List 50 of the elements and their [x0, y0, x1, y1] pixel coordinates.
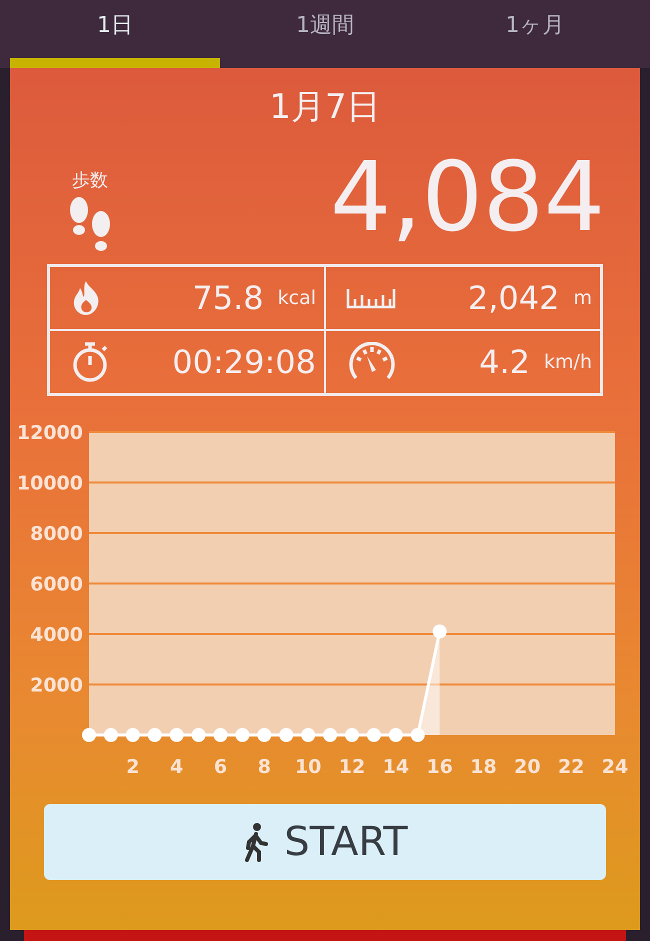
y-tick-label: 2000: [30, 674, 83, 696]
x-tick-label: 24: [602, 756, 628, 778]
y-tick-label: 10000: [16, 472, 83, 494]
data-point: [279, 728, 294, 742]
stat-unit: m: [573, 287, 592, 309]
data-point: [388, 728, 403, 742]
data-point: [104, 728, 118, 742]
x-tick-label: 10: [294, 756, 322, 778]
x-tick-label: 6: [214, 756, 228, 778]
data-point: [126, 728, 140, 742]
y-tick-label: 12000: [16, 422, 83, 444]
stat-unit: km/h: [544, 351, 592, 373]
steps-label: 歩数: [72, 169, 108, 192]
x-tick-label: 4: [170, 756, 184, 778]
tab[interactable]: 1週間: [220, 0, 430, 68]
data-point: [432, 624, 447, 638]
step-count: 4,084: [330, 142, 605, 252]
data-point: [345, 728, 359, 742]
x-tick-label: 22: [558, 756, 584, 778]
y-tick-label: 6000: [30, 574, 83, 596]
data-point: [323, 728, 338, 742]
data-point: [235, 728, 250, 742]
x-tick-label: 8: [258, 756, 271, 778]
x-tick-label: 12: [338, 756, 366, 778]
stat-value: 4.2: [479, 343, 530, 381]
data-point: [410, 728, 425, 742]
data-point: [366, 728, 381, 742]
data-point: [82, 728, 96, 742]
x-tick-label: 14: [382, 756, 410, 778]
x-tick-label: 20: [514, 756, 541, 778]
x-tick-label: 16: [426, 756, 453, 778]
data-point: [257, 728, 272, 742]
start-button[interactable]: START: [44, 804, 606, 880]
stat-value: 75.8: [192, 279, 264, 317]
stat-value: 2,042: [468, 279, 560, 317]
stat-value: 00:29:08: [172, 343, 316, 381]
tab[interactable]: 1ヶ月: [430, 0, 640, 68]
data-point: [301, 728, 316, 742]
data-point: [214, 728, 228, 742]
y-tick-label: 4000: [30, 624, 83, 646]
data-point: [170, 728, 184, 742]
x-tick-label: 2: [126, 756, 140, 778]
ruler-icon: [346, 287, 396, 309]
x-tick-label: 18: [470, 756, 497, 778]
stat-unit: kcal: [278, 287, 316, 309]
data-point: [192, 728, 206, 742]
data-point: [148, 728, 162, 742]
date-title: 1月7日: [269, 86, 381, 129]
y-tick-label: 8000: [30, 523, 83, 545]
walking-person-icon: [242, 822, 268, 862]
